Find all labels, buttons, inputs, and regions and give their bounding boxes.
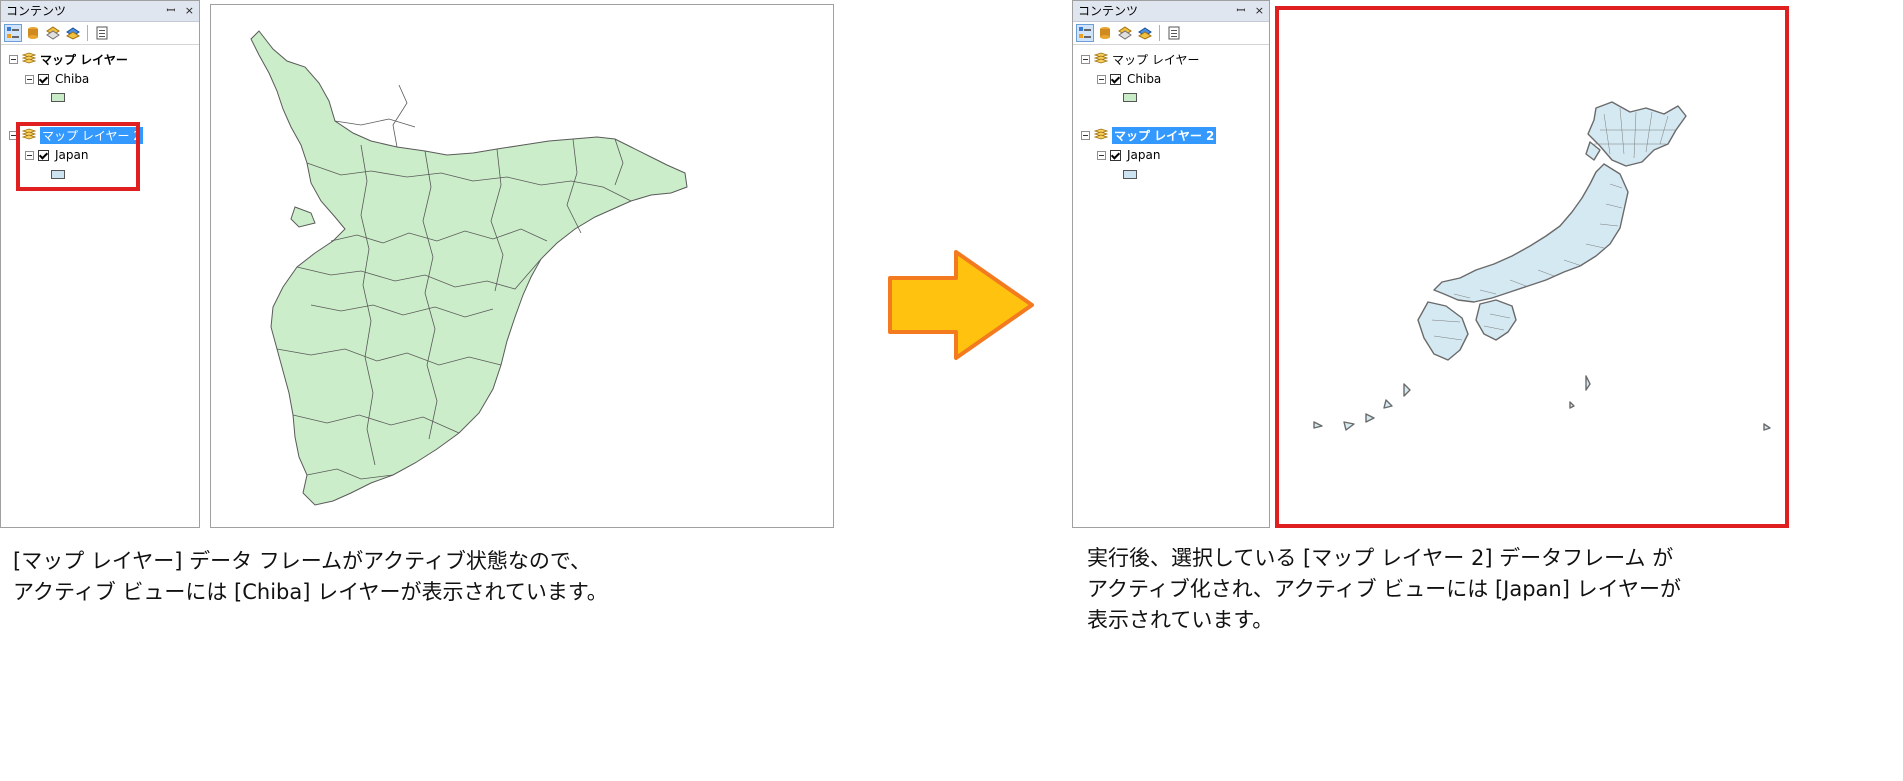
data-frame-icon [1093, 52, 1109, 67]
layer-visibility-checkbox[interactable] [1110, 73, 1121, 85]
collapse-icon[interactable] [1081, 130, 1090, 140]
caption-line: [マップ レイヤー] データ フレームがアクティブ状態なので、 [13, 549, 591, 573]
caption-before: [マップ レイヤー] データ フレームがアクティブ状態なので、 アクティブ ビュ… [13, 546, 608, 608]
toc-toolbar [1073, 22, 1269, 45]
layer-label[interactable]: Japan [1127, 148, 1160, 162]
tree-row-layer-chiba[interactable]: Chiba [25, 71, 89, 87]
list-by-selection-icon[interactable] [1136, 24, 1154, 42]
list-by-drawing-order-icon[interactable] [1076, 24, 1094, 42]
caption-line: アクティブ ビューには [Chiba] レイヤーが表示されています。 [13, 580, 608, 604]
toolbar-separator [1159, 25, 1160, 41]
panel-title-bar: コンテンツ ꟷ × [1, 1, 199, 22]
symbol-swatch[interactable] [1123, 93, 1137, 102]
highlight-box [1275, 6, 1789, 528]
list-by-source-icon[interactable] [1096, 24, 1114, 42]
data-frame-icon [21, 52, 37, 67]
layer-label[interactable]: Chiba [55, 72, 89, 86]
tree-row-layer-chiba[interactable]: Chiba [1097, 71, 1161, 87]
panel-title: コンテンツ [1078, 4, 1139, 18]
panel-title-bar: コンテンツ ꟷ × [1073, 1, 1269, 22]
caption-line: 実行後、選択している [マップ レイヤー 2] データフレーム が [1087, 546, 1674, 570]
data-frame-label-selected[interactable]: マップ レイヤー 2 [1112, 126, 1217, 144]
data-frame-icon [1093, 128, 1109, 143]
caption-line: アクティブ化され、アクティブ ビューには [Japan] レイヤーが [1087, 577, 1681, 601]
table-of-contents-panel: コンテンツ ꟷ × マップ レイヤー Chiba マップ レイヤー 2 Japa… [1072, 0, 1270, 528]
toc-toolbar [1, 22, 199, 45]
after-screenshot: コンテンツ ꟷ × マップ レイヤー Chiba マップ レイヤー 2 Japa… [1072, 0, 1903, 632]
table-of-contents-panel: コンテンツ ꟷ × マップ レイヤー Chiba マップ レイヤー 2 Japa… [0, 0, 200, 528]
collapse-icon[interactable] [1097, 74, 1106, 84]
symbol-swatch[interactable] [51, 93, 65, 102]
list-by-selection-icon[interactable] [64, 24, 82, 42]
list-by-drawing-order-icon[interactable] [4, 24, 22, 42]
pin-icon[interactable]: ꟷ [1236, 4, 1245, 17]
symbol-swatch[interactable] [1123, 170, 1137, 179]
tree-row-layer-japan[interactable]: Japan [1097, 147, 1160, 163]
tree-row-frame1[interactable]: マップ レイヤー [9, 51, 128, 67]
layer-visibility-checkbox[interactable] [38, 73, 49, 85]
pin-icon[interactable]: ꟷ [166, 4, 175, 17]
collapse-icon[interactable] [1097, 150, 1106, 160]
highlight-box [16, 122, 140, 191]
options-icon[interactable] [1165, 24, 1183, 42]
before-screenshot: コンテンツ ꟷ × マップ レイヤー Chiba マップ レイヤー 2 Japa… [0, 0, 834, 604]
collapse-icon[interactable] [25, 74, 34, 84]
tree-row-frame1[interactable]: マップ レイヤー [1081, 51, 1199, 67]
list-by-visibility-icon[interactable] [1116, 24, 1134, 42]
options-icon[interactable] [93, 24, 111, 42]
map-view-chiba[interactable] [210, 4, 834, 528]
layer-label[interactable]: Chiba [1127, 72, 1161, 86]
close-icon[interactable]: × [185, 4, 194, 17]
layer-visibility-checkbox[interactable] [1110, 149, 1121, 161]
transition-arrow-icon [888, 250, 1034, 360]
collapse-icon[interactable] [9, 54, 18, 64]
data-frame-label[interactable]: マップ レイヤー [1112, 51, 1199, 68]
caption-after: 実行後、選択している [マップ レイヤー 2] データフレーム が アクティブ化… [1087, 543, 1681, 636]
caption-line: 表示されています。 [1087, 608, 1274, 632]
tree-row-frame2[interactable]: マップ レイヤー 2 [1081, 126, 1217, 144]
toolbar-separator [87, 25, 88, 41]
collapse-icon[interactable] [1081, 54, 1090, 64]
data-frame-label[interactable]: マップ レイヤー [40, 51, 128, 68]
panel-title: コンテンツ [6, 4, 67, 18]
list-by-visibility-icon[interactable] [44, 24, 62, 42]
chiba-map [250, 30, 688, 506]
list-by-source-icon[interactable] [24, 24, 42, 42]
close-icon[interactable]: × [1255, 4, 1264, 17]
